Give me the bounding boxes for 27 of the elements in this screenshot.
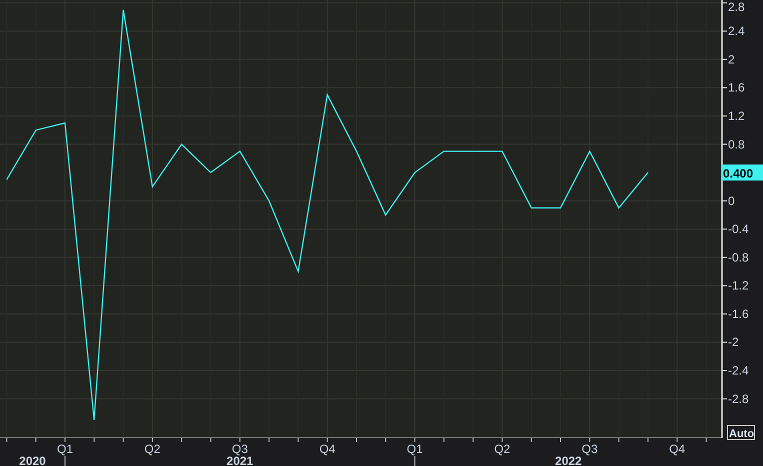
y-tick-label: 2.8 xyxy=(728,0,745,14)
y-tick-label: 0.8 xyxy=(728,137,745,152)
y-tick-label: -2.8 xyxy=(728,392,749,406)
y-tick-label: 1.6 xyxy=(728,80,745,95)
x-tick-label: Q2 xyxy=(144,442,160,456)
year-label: 2022 xyxy=(555,454,582,466)
x-tick-label: Q2 xyxy=(494,442,510,456)
auto-button[interactable]: Auto xyxy=(727,425,755,440)
y-tick-label: -1.2 xyxy=(728,278,749,293)
y-tick-label: 1.2 xyxy=(728,108,745,123)
x-tick-label: Q1 xyxy=(406,442,423,456)
y-tick-label: 0 xyxy=(728,194,735,208)
year-label: 2020 xyxy=(19,454,46,466)
x-tick-label: Q4 xyxy=(669,442,686,456)
x-tick-label: Q3 xyxy=(582,442,598,456)
current-value-badge: 0.400 xyxy=(722,164,763,181)
y-tick-label: -2 xyxy=(728,335,739,350)
y-tick-label: -0.8 xyxy=(728,250,749,264)
y-tick-label: 2.4 xyxy=(728,24,745,38)
y-tick-label: -0.4 xyxy=(728,222,749,236)
y-tick-label: 2 xyxy=(728,52,735,66)
x-tick-label: Q1 xyxy=(57,442,73,456)
y-tick-label: -2.4 xyxy=(728,364,749,378)
year-label: 2021 xyxy=(226,454,254,466)
x-tick-label: Q3 xyxy=(232,442,248,456)
x-tick-label: Q4 xyxy=(319,442,336,456)
y-tick-label: -1.6 xyxy=(728,306,749,321)
